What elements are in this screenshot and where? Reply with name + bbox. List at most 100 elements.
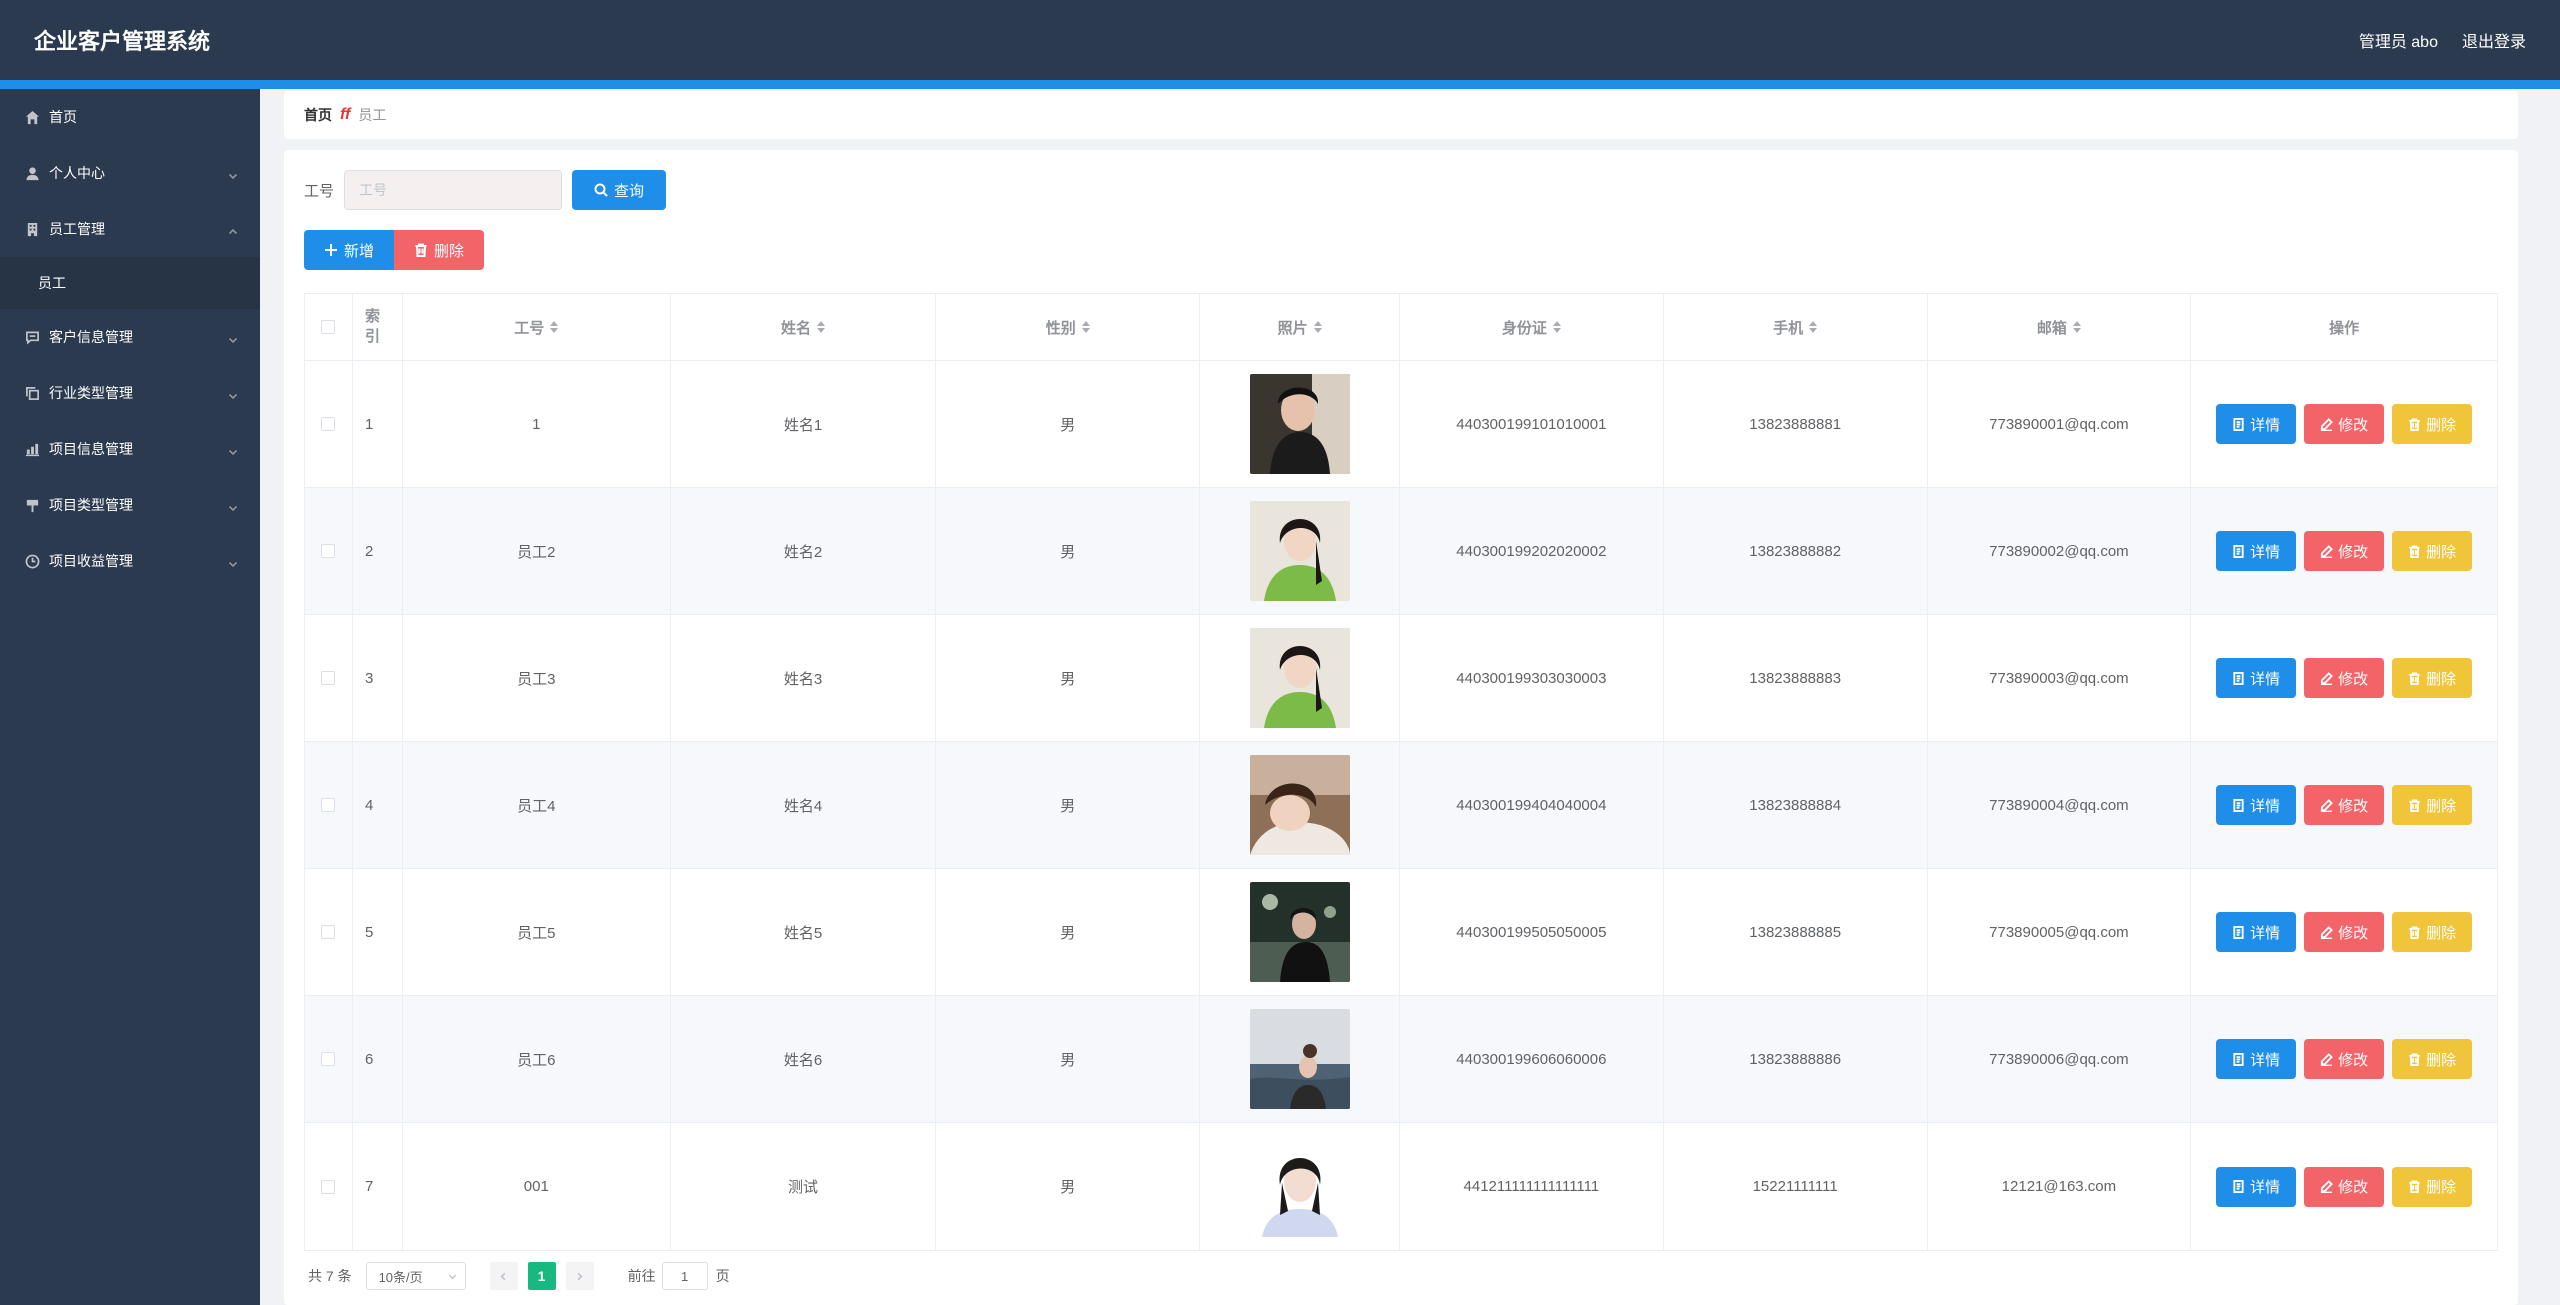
table-row: 7 001 测试男 441211111111111111 15221111111 1212… xyxy=(305,1123,2497,1250)
sidebar-item-home[interactable]: 首页 xyxy=(0,89,260,145)
page-number-button[interactable]: 1 xyxy=(527,1262,556,1290)
cell-sex: 男 xyxy=(936,996,1201,1122)
edit-button[interactable]: 修改 xyxy=(2304,404,2385,444)
cell-photo xyxy=(1200,361,1400,487)
sort-icon[interactable] xyxy=(2072,321,2081,333)
employee-photo[interactable] xyxy=(1249,374,1350,474)
sort-icon[interactable] xyxy=(550,321,559,333)
column-header-photo: 照片 xyxy=(1277,319,1308,337)
add-button[interactable]: 新增 xyxy=(304,230,394,270)
delete-button[interactable]: 删除 xyxy=(2392,785,2473,825)
user-icon xyxy=(24,165,40,181)
sidebar-item-staff[interactable]: 员工管理 xyxy=(0,201,260,257)
sort-icon[interactable] xyxy=(1313,321,1322,333)
app-header: 企业客户管理系统 管理员 abo 退出登录 xyxy=(0,0,2560,80)
header-idcard[interactable]: 身份证 xyxy=(1400,294,1664,360)
header-sex[interactable]: 性别 xyxy=(936,294,1201,360)
sidebar-subitem-staff[interactable]: 员工 xyxy=(0,257,260,309)
delete-button[interactable]: 删除 xyxy=(2392,912,2473,952)
employee-photo[interactable] xyxy=(1249,628,1350,728)
detail-button-label: 详情 xyxy=(2250,924,2281,942)
sidebar-item-label: 项目信息管理 xyxy=(49,441,133,457)
select-all-checkbox[interactable] xyxy=(321,320,336,334)
goto-prefix: 前往 xyxy=(627,1268,656,1284)
employee-photo[interactable] xyxy=(1249,755,1350,855)
delete-button[interactable]: 删除 xyxy=(2392,404,2473,444)
sidebar-item-project-info[interactable]: 项目信息管理 xyxy=(0,421,260,477)
cell-name: 姓名2 xyxy=(671,488,937,614)
header-email[interactable]: 邮箱 xyxy=(1928,294,2192,360)
edit-button[interactable]: 修改 xyxy=(2304,531,2385,571)
table-row: 5 员工5 姓名5 男 440300199505050005 13823888885 773… xyxy=(305,869,2497,996)
sidebar-item-project-type[interactable]: 项目类型管理 xyxy=(0,477,260,533)
sort-icon[interactable] xyxy=(1081,321,1090,333)
delete-button[interactable]: 删除 xyxy=(2392,531,2473,571)
sidebar-item-project-revenue[interactable]: 项目收益管理 xyxy=(0,533,260,589)
edit-button[interactable]: 修改 xyxy=(2304,912,2385,952)
detail-button[interactable]: 详情 xyxy=(2216,912,2297,952)
query-button[interactable]: 查询 xyxy=(572,170,667,210)
delete-button[interactable]: 删除 xyxy=(2392,658,2473,698)
delete-button[interactable]: 删除 xyxy=(2392,1039,2473,1079)
delete-button-label: 删除 xyxy=(2426,416,2457,434)
employee-photo[interactable] xyxy=(1249,501,1350,601)
detail-button[interactable]: 详情 xyxy=(2216,404,2297,444)
row-checkbox[interactable] xyxy=(321,1052,336,1066)
row-checkbox[interactable] xyxy=(321,544,336,558)
header-name[interactable]: 姓名 xyxy=(671,294,937,360)
sort-icon[interactable] xyxy=(1552,321,1561,333)
header-phone[interactable]: 手机 xyxy=(1664,294,1928,360)
row-checkbox[interactable] xyxy=(321,417,336,431)
delete-button[interactable]: 删除 xyxy=(2392,1166,2473,1207)
next-page-button[interactable] xyxy=(565,1262,594,1290)
breadcrumb-home[interactable]: 首页 xyxy=(304,105,332,125)
cell-index: 3 xyxy=(353,615,403,741)
search-input[interactable] xyxy=(344,170,563,210)
page-size-select[interactable]: 10条/页 xyxy=(365,1262,466,1290)
trash-icon xyxy=(2409,544,2420,558)
cell-photo xyxy=(1200,488,1400,614)
detail-button[interactable]: 详情 xyxy=(2216,1166,2297,1207)
employee-photo[interactable] xyxy=(1249,1009,1350,1109)
batch-delete-button[interactable]: 删除 xyxy=(394,230,484,270)
sidebar-item-industry-type[interactable]: 行业类型管理 xyxy=(0,365,260,421)
detail-button[interactable]: 详情 xyxy=(2216,1039,2297,1079)
row-checkbox-cell xyxy=(305,361,353,487)
sort-icon[interactable] xyxy=(817,321,826,333)
row-checkbox[interactable] xyxy=(321,925,336,939)
cell-index: 5 xyxy=(353,869,403,995)
row-checkbox[interactable] xyxy=(321,671,336,685)
row-checkbox[interactable] xyxy=(321,1179,336,1194)
detail-button[interactable]: 详情 xyxy=(2216,785,2297,825)
goto-page-input[interactable] xyxy=(661,1262,708,1290)
employee-photo[interactable] xyxy=(1249,882,1350,982)
table-body: 1 1 姓名1 男 440300199101010001 13823888881 77389… xyxy=(305,361,2497,1250)
detail-button[interactable]: 详情 xyxy=(2216,658,2297,698)
edit-button[interactable]: 修改 xyxy=(2304,1166,2385,1207)
edit-button[interactable]: 修改 xyxy=(2304,785,2385,825)
edit-button[interactable]: 修改 xyxy=(2304,1039,2385,1079)
edit-button-label: 修改 xyxy=(2338,1051,2369,1069)
table-row: 4 员工4 姓名4 男 440300199404040004 13823888884 773… xyxy=(305,742,2497,869)
sort-icon[interactable] xyxy=(1809,321,1818,333)
action-bar: 新增 删除 xyxy=(304,230,484,270)
prev-page-button[interactable] xyxy=(489,1262,518,1290)
breadcrumb-separator: ff xyxy=(340,106,351,123)
chevron-down-icon xyxy=(228,168,238,180)
logout-link[interactable]: 退出登录 xyxy=(2462,28,2526,52)
sidebar-item-profile[interactable]: 个人中心 xyxy=(0,145,260,201)
row-checkbox[interactable] xyxy=(321,798,336,812)
detail-button[interactable]: 详情 xyxy=(2216,531,2297,571)
header-no[interactable]: 工号 xyxy=(403,294,671,360)
document-icon xyxy=(2233,925,2244,939)
cell-no: 员工3 xyxy=(403,615,671,741)
edit-button[interactable]: 修改 xyxy=(2304,658,2385,698)
edit-button-label: 修改 xyxy=(2338,670,2369,688)
cell-no: 员工6 xyxy=(403,996,671,1122)
edit-button-label: 修改 xyxy=(2338,543,2369,561)
trash-icon xyxy=(2409,798,2420,812)
cell-name: 姓名4 xyxy=(671,742,937,868)
header-photo[interactable]: 照片 xyxy=(1200,294,1400,360)
sidebar-item-customer-info[interactable]: 客户信息管理 xyxy=(0,309,260,365)
employee-photo[interactable] xyxy=(1249,1136,1350,1237)
